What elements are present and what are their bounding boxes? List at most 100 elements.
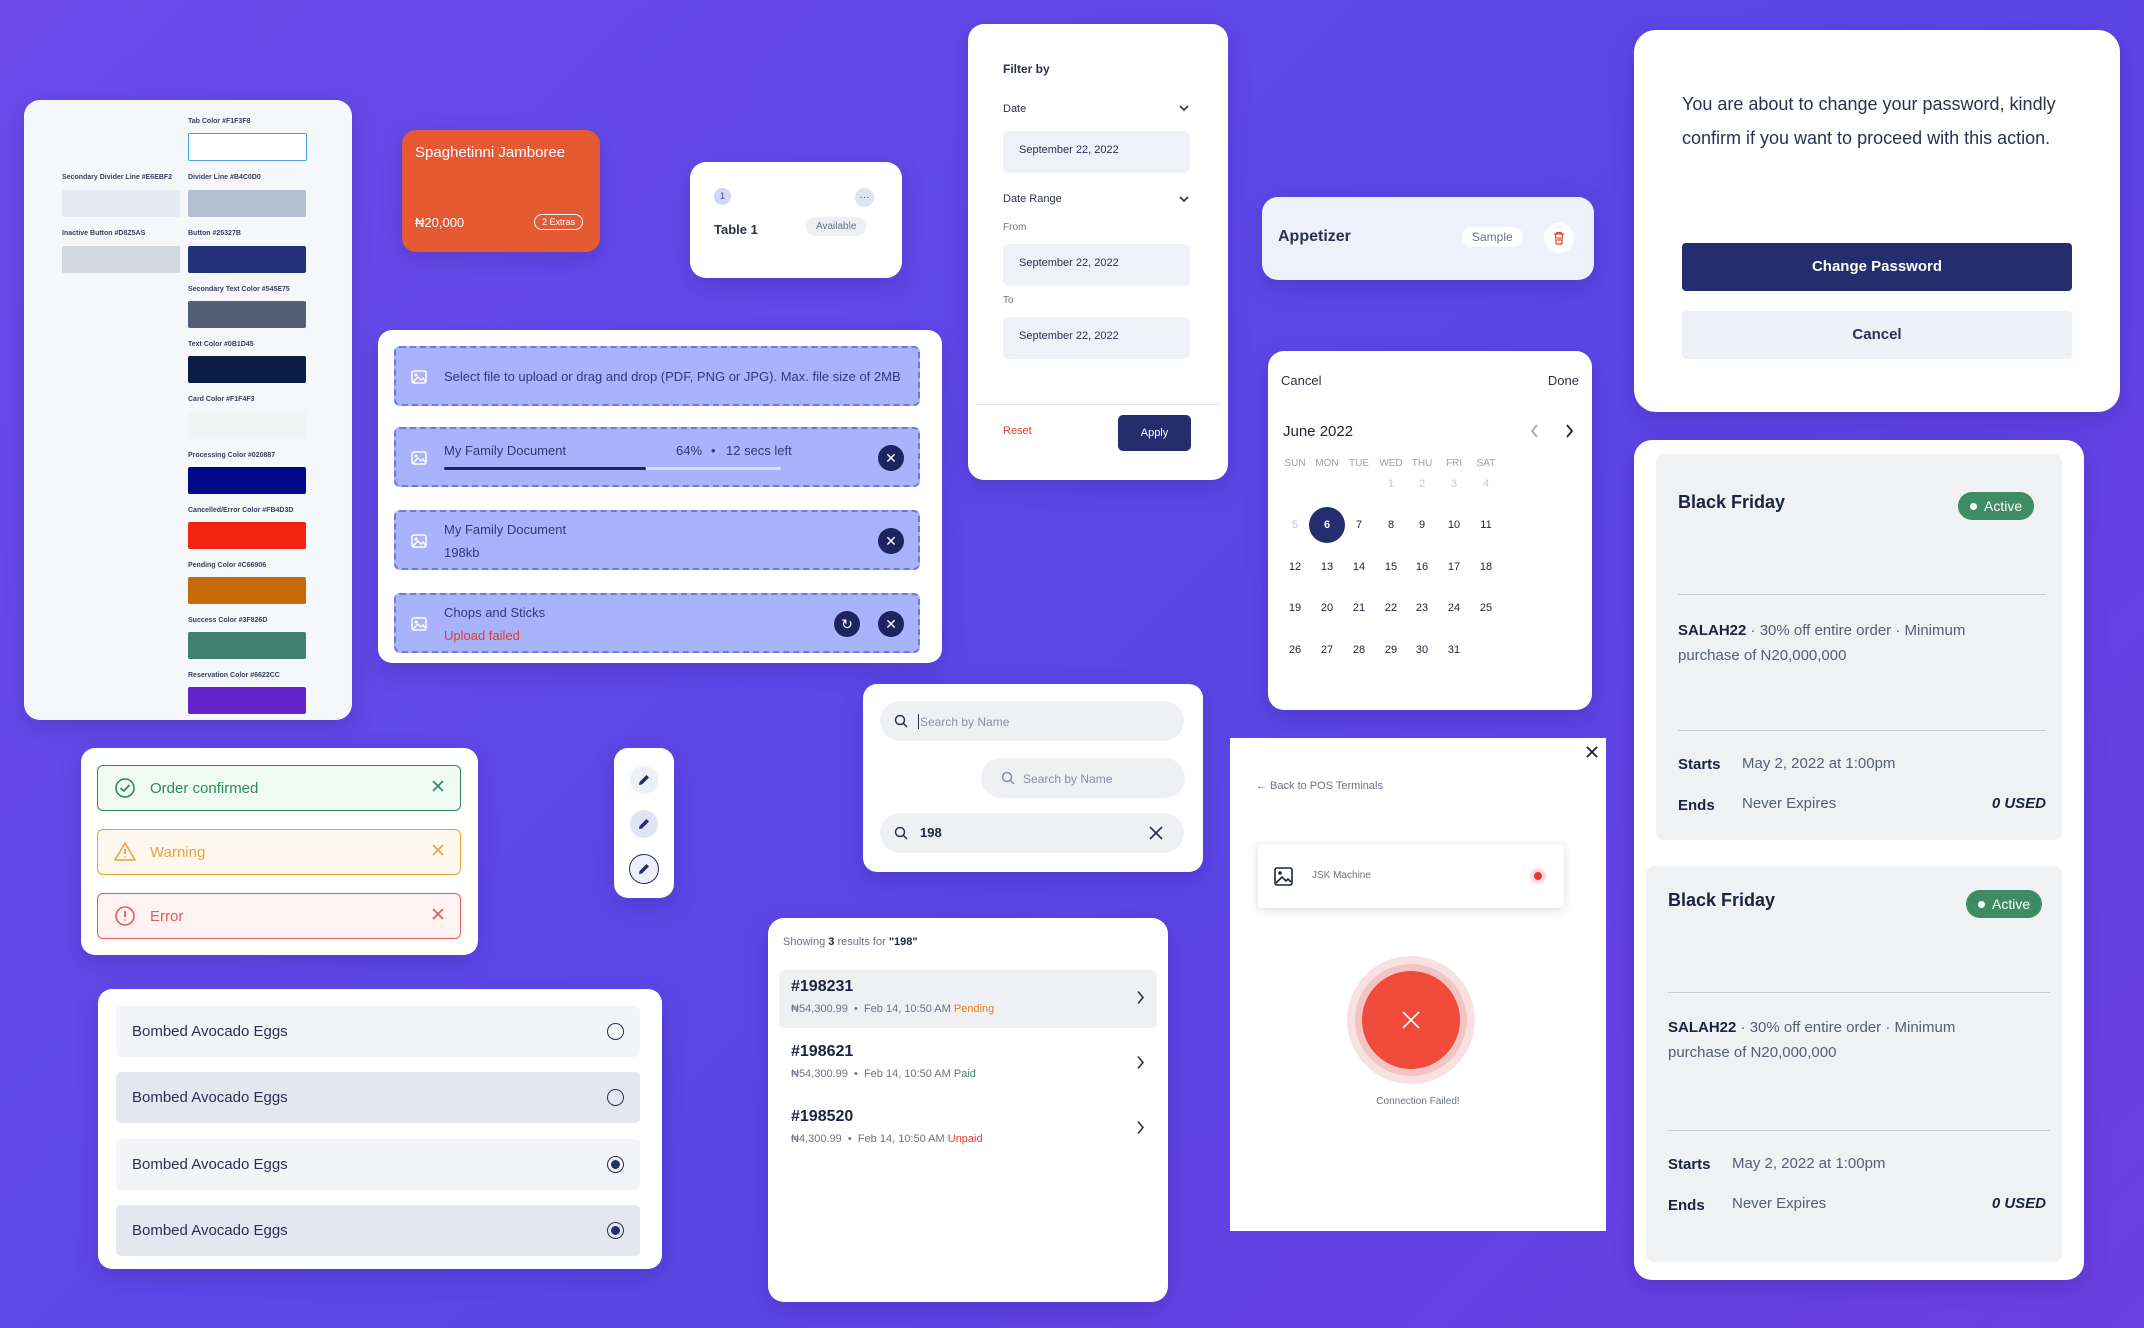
- ends-label: Ends: [1668, 1197, 1705, 1214]
- edit-icon-states: [614, 748, 674, 898]
- filter-divider: [976, 404, 1220, 405]
- palette-swatch: [188, 301, 306, 328]
- promo-desc-line2: purchase of N20,000,000: [1668, 1044, 1837, 1061]
- menu-item-card[interactable]: Spaghetinni Jamboree ₦20,000 2 Extras: [402, 130, 600, 252]
- chevron-left-icon[interactable]: [1530, 424, 1539, 438]
- divider: [1668, 992, 2050, 993]
- result-row[interactable]: #198621 ₦54,300.99 • Feb 14, 10:50 AM Pa…: [779, 1035, 1157, 1093]
- order-id: #198520: [791, 1108, 854, 1125]
- status-badge: Active: [1958, 492, 2035, 520]
- upload-percent: 64%: [676, 443, 703, 458]
- search-icon: [894, 826, 908, 840]
- promo-title: Black Friday: [1678, 492, 1786, 512]
- warning-icon: [114, 841, 136, 863]
- filter-panel: Filter by Date September 22, 2022 Date R…: [968, 24, 1228, 480]
- palette-swatch: [62, 190, 180, 217]
- close-icon[interactable]: [1585, 745, 1599, 759]
- upload-separator: •: [711, 443, 716, 458]
- option-row[interactable]: Bombed Avocado Eggs: [116, 1205, 640, 1256]
- cancel-button[interactable]: Cancel: [1682, 311, 2072, 359]
- category-card[interactable]: Appetizer Sample: [1262, 197, 1594, 280]
- order-amount-time: ₦54,300.99 • Feb 14, 10:50 AM: [791, 1003, 951, 1015]
- change-password-dialog: You are about to change your password, k…: [1634, 30, 2120, 412]
- results-prefix: Showing: [783, 936, 826, 948]
- category-name: Appetizer: [1278, 228, 1351, 245]
- date-field[interactable]: September 22, 2022: [1003, 131, 1190, 173]
- cancel-upload-button[interactable]: ✕: [878, 445, 904, 471]
- calendar-day[interactable]: 25: [1466, 588, 1506, 628]
- calendar-day[interactable]: 31: [1434, 630, 1474, 670]
- terminal-card[interactable]: JSK Machine: [1258, 844, 1564, 908]
- order-amount-time: ₦54,300.99 • Feb 14, 10:50 AM: [791, 1068, 951, 1080]
- calendar-cancel-button[interactable]: Cancel: [1281, 373, 1321, 388]
- option-row[interactable]: Bombed Avocado Eggs: [116, 1072, 640, 1123]
- usage-count: 0 USED: [1991, 1195, 2046, 1212]
- edit-icon[interactable]: [630, 810, 658, 838]
- edit-icon[interactable]: [629, 854, 659, 884]
- search-input-inactive[interactable]: Search by Name: [981, 758, 1185, 798]
- promo-card[interactable]: Black Friday Active SALAH22 · 30% off en…: [1646, 866, 2062, 1262]
- table-card[interactable]: 1 ··· Table 1 Available: [690, 162, 902, 278]
- chevron-right-icon: [1136, 990, 1145, 1005]
- change-password-button[interactable]: Change Password: [1682, 243, 2072, 291]
- from-date-field[interactable]: September 22, 2022: [1003, 244, 1190, 286]
- chevron-right-icon: [1136, 1055, 1145, 1070]
- palette-label: Processing Color #020887: [188, 452, 276, 459]
- close-icon[interactable]: [430, 842, 446, 858]
- promo-description: SALAH22 · 30% off entire order · Minimum…: [1678, 618, 1965, 668]
- remove-file-button[interactable]: ✕: [878, 528, 904, 554]
- table-status: Available: [806, 217, 867, 236]
- edit-icon[interactable]: [630, 766, 658, 794]
- radio-button[interactable]: [607, 1156, 624, 1173]
- palette-swatch: [188, 190, 306, 217]
- delete-button[interactable]: [1544, 223, 1574, 253]
- upload-file-name: Chops and Sticks: [444, 605, 546, 620]
- image-icon: [1274, 867, 1293, 886]
- option-row[interactable]: Bombed Avocado Eggs: [116, 1139, 640, 1190]
- close-icon[interactable]: [430, 906, 446, 922]
- apply-button[interactable]: Apply: [1118, 415, 1191, 451]
- palette-label: Reservation Color #6622CC: [188, 672, 280, 679]
- promo-desc-line1: · 30% off entire order · Minimum: [1750, 622, 1966, 639]
- palette-label: Tab Color #F1F3F8: [188, 118, 251, 125]
- search-placeholder: Search by Name: [920, 715, 1010, 729]
- radio-button[interactable]: [607, 1089, 624, 1106]
- radio-button[interactable]: [607, 1222, 624, 1239]
- back-to-terminals-link[interactable]: ← Back to POS Terminals: [1256, 780, 1383, 792]
- close-icon[interactable]: [430, 778, 446, 794]
- promo-code: SALAH22: [1668, 1019, 1737, 1036]
- calendar-done-button[interactable]: Done: [1548, 373, 1579, 388]
- to-date-field[interactable]: September 22, 2022: [1003, 317, 1190, 359]
- connection-failed-indicator: [1347, 956, 1475, 1084]
- reset-button[interactable]: Reset: [1003, 425, 1032, 437]
- result-row[interactable]: #198520 ₦4,300.99 • Feb 14, 10:50 AM Unp…: [779, 1100, 1157, 1158]
- palette-label: Inactive Button #D8Z5AS: [62, 230, 146, 237]
- clear-search-icon[interactable]: [1148, 825, 1164, 841]
- toast-success: Order confirmed: [97, 765, 461, 811]
- calendar-day[interactable]: 18: [1466, 547, 1506, 587]
- option-row[interactable]: Bombed Avocado Eggs: [116, 1006, 640, 1057]
- retry-upload-button[interactable]: ↻: [834, 611, 860, 637]
- chevron-down-icon[interactable]: [1179, 196, 1189, 203]
- promo-desc-line2: purchase of N20,000,000: [1678, 647, 1847, 664]
- upload-dropzone[interactable]: Select file to upload or drag and drop (…: [394, 346, 920, 406]
- results-query: "198": [888, 936, 918, 948]
- chevron-down-icon[interactable]: [1179, 105, 1189, 112]
- chevron-right-icon[interactable]: [1565, 424, 1574, 438]
- upload-complete-row: My Family Document 198kb ✕: [394, 510, 920, 570]
- more-options-icon[interactable]: ···: [855, 188, 874, 207]
- search-input-filled[interactable]: 198: [880, 813, 1184, 853]
- result-row[interactable]: #198231 ₦54,300.99 • Feb 14, 10:50 AM Pe…: [779, 970, 1157, 1028]
- table-name: Table 1: [714, 222, 758, 237]
- search-text-cursor: [918, 714, 919, 729]
- option-label: Bombed Avocado Eggs: [132, 1222, 288, 1239]
- search-input[interactable]: Search by Name: [880, 701, 1184, 741]
- radio-button[interactable]: [607, 1023, 624, 1040]
- calendar-day[interactable]: 11: [1466, 505, 1506, 545]
- calendar-day[interactable]: 4: [1466, 464, 1506, 504]
- image-icon: [411, 534, 427, 548]
- from-label: From: [1003, 222, 1027, 233]
- promo-card[interactable]: Black Friday Active SALAH22 · 30% off en…: [1656, 454, 2062, 840]
- remove-file-button[interactable]: ✕: [878, 611, 904, 637]
- palette-label: Card Color #F1F4F3: [188, 396, 255, 403]
